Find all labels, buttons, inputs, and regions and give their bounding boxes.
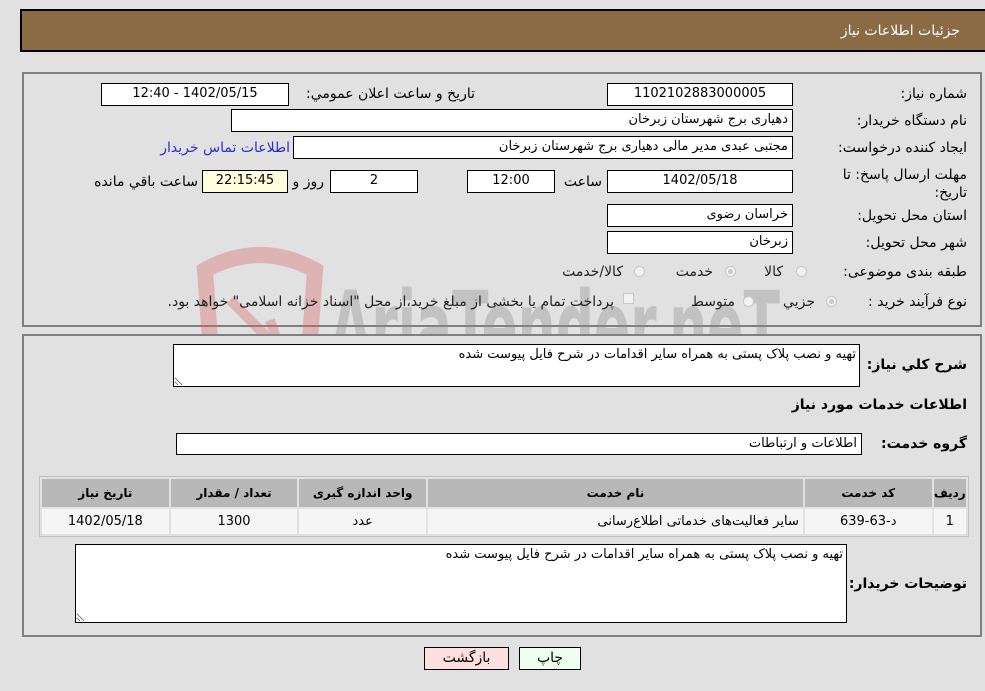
- table-header-row: رديف كد خدمت نام خدمت واحد اندازه گيری ت…: [42, 479, 966, 507]
- days-field[interactable]: 2: [330, 170, 418, 193]
- col-row-number: رديف: [933, 479, 966, 507]
- category-service-radio[interactable]: [725, 266, 736, 277]
- back-button[interactable]: بازگشت: [424, 647, 509, 670]
- cell-row-number: 1: [933, 509, 966, 534]
- cell-need-date: 1402/05/18: [42, 509, 169, 534]
- deadline-date-field[interactable]: 1402/05/18: [607, 170, 793, 193]
- category-goods-radio[interactable]: [796, 266, 807, 277]
- col-service-code: كد خدمت: [804, 479, 932, 507]
- summary-label: شرح كلي نياز:: [866, 357, 967, 373]
- province-field[interactable]: خراسان رضوی: [607, 204, 793, 227]
- treasury-note: پرداخت تمام یا بخشی از مبلغ خرید،از محل …: [167, 294, 614, 310]
- table-row: 1 د-63-639 سایر فعالیت‌های خدماتی اطلاع‌…: [42, 509, 966, 534]
- col-need-date: تاريخ نياز: [42, 479, 169, 507]
- need-number-field[interactable]: 1102102883000005: [607, 83, 793, 106]
- purchase-type-label: نوع فرآیند خرید :: [868, 294, 967, 310]
- print-button[interactable]: چاپ: [519, 647, 581, 670]
- remaining-time-field: 22:15:45: [202, 170, 288, 193]
- treasury-checkbox[interactable]: [623, 293, 634, 304]
- buyer-notes-textarea[interactable]: تهیه و نصب پلاک پستی به همراه سایر اقدام…: [75, 544, 847, 623]
- buyer-notes-label: توضیحات خریدار:: [848, 576, 967, 592]
- city-label: شهر محل تحویل:: [865, 235, 967, 251]
- category-label: طبقه بندی موضوعی:: [843, 264, 967, 280]
- requester-field[interactable]: مجتبی عبدی مدیر مالی دهیاری برج شهرستان …: [293, 136, 793, 159]
- category-goods-service-label: کالا/خدمت: [562, 264, 623, 280]
- services-table: رديف كد خدمت نام خدمت واحد اندازه گيری ت…: [39, 476, 969, 537]
- purchase-small-label: جزيي: [783, 294, 815, 310]
- cell-service-code: د-63-639: [804, 509, 932, 534]
- page-header: جزئیات اطلاعات نیاز: [20, 9, 985, 52]
- buyer-org-field[interactable]: دهیاری برج شهرستان زبرخان: [231, 109, 793, 132]
- service-group-field[interactable]: اطلاعات و ارتباطات: [176, 433, 862, 455]
- category-goods-service-radio[interactable]: [634, 266, 645, 277]
- col-service-name: نام خدمت: [428, 479, 803, 507]
- buyer-org-label: نام دستگاه خريدار:: [856, 113, 967, 129]
- cell-quantity: 1300: [170, 509, 298, 534]
- need-number-label: شماره نیاز:: [900, 86, 968, 102]
- cell-service-name: سایر فعالیت‌های خدماتی اطلاع‌رسانی: [428, 509, 803, 534]
- announce-datetime-label: تاریخ و ساعت اعلان عمومي:: [306, 86, 475, 102]
- announce-datetime-field[interactable]: 1402/05/15 - 12:40: [101, 83, 289, 106]
- service-group-label: گروه خدمت:: [881, 436, 967, 452]
- summary-textarea[interactable]: تهیه و نصب پلاک پستی به همراه سایر اقدام…: [173, 344, 860, 387]
- col-unit: واحد اندازه گيری: [299, 479, 426, 507]
- buyer-contact-link[interactable]: اطلاعات تماس خريدار: [160, 140, 290, 156]
- page-title: جزئیات اطلاعات نیاز: [840, 23, 960, 39]
- purchase-medium-label: متوسط: [691, 294, 735, 310]
- requester-label: ایجاد کننده درخواست:: [838, 140, 967, 156]
- deadline-label: مهلت ارسال پاسخ: تا تاریخ:: [842, 167, 967, 201]
- province-label: استان محل تحویل:: [857, 208, 967, 224]
- cell-unit: عدد: [299, 509, 426, 534]
- col-quantity: تعداد / مقدار: [170, 479, 298, 507]
- purchase-medium-radio[interactable]: [743, 296, 754, 307]
- deadline-time-field[interactable]: 12:00: [467, 170, 555, 193]
- services-section-title: اطلاعات خدمات مورد نياز: [791, 397, 967, 413]
- city-field[interactable]: زبرخان: [607, 231, 793, 254]
- category-goods-label: کالا: [764, 264, 783, 280]
- category-service-label: خدمت: [675, 264, 713, 280]
- purchase-small-radio[interactable]: [826, 296, 837, 307]
- remaining-label: ساعت باقي مانده: [94, 174, 198, 190]
- days-label: روز و: [292, 174, 325, 190]
- deadline-time-label: ساعت: [563, 174, 602, 190]
